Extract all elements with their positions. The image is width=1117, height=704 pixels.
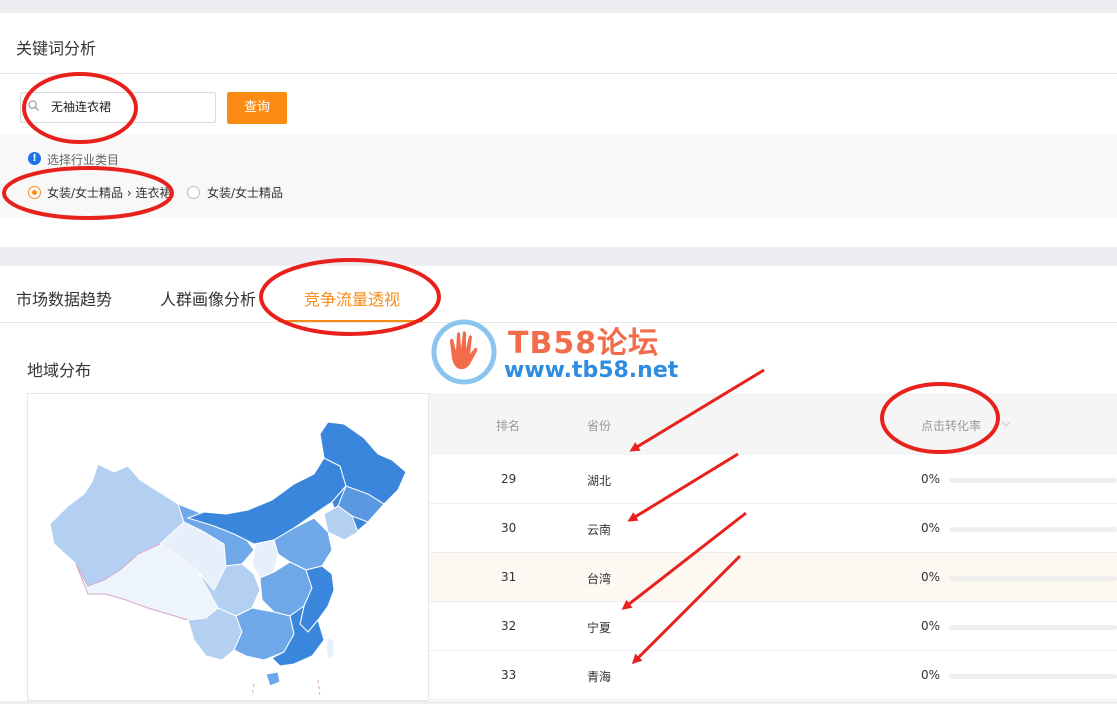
province-cell: 青海 bbox=[587, 670, 612, 684]
rank-cell: 32 bbox=[501, 619, 517, 633]
query-button[interactable]: 查询 bbox=[227, 92, 287, 124]
tab-competition-traffic[interactable]: 竞争流量透视 bbox=[304, 286, 400, 310]
header-click-conversion[interactable]: 点击转化率 bbox=[921, 417, 981, 434]
province-cell: 宁夏 bbox=[587, 621, 612, 635]
search-input[interactable]: 无袖连衣裙 bbox=[51, 93, 111, 122]
table-row[interactable]: 31 台湾 0% bbox=[429, 553, 1117, 602]
province-cell: 台湾 bbox=[587, 572, 612, 586]
watermark-url: www.tb58.net bbox=[504, 358, 679, 383]
industry-category-panel: ! 选择行业类目 女装/女士精品 › 连衣裙 女装/女士精品 bbox=[0, 134, 1117, 218]
info-icon: ! bbox=[28, 152, 41, 165]
radio-label-womenswear-category[interactable]: 女装/女士精品 bbox=[207, 184, 283, 201]
rate-bar bbox=[949, 576, 1117, 581]
map-region-taiwan[interactable] bbox=[325, 637, 335, 661]
radio-dress-category[interactable] bbox=[28, 186, 41, 199]
header-rank: 排名 bbox=[496, 419, 521, 433]
china-map-graphic bbox=[49, 421, 407, 697]
rate-bar bbox=[949, 625, 1117, 630]
tab-audience-profile[interactable]: 人群画像分析 bbox=[160, 286, 256, 310]
map-region-hainan[interactable] bbox=[265, 671, 281, 687]
keyword-analysis-card: 关键词分析 无袖连衣裙 查询 ! 选择行业类目 女装/女士精品 › 连衣裙 女装… bbox=[0, 13, 1117, 247]
tab-market-trend[interactable]: 市场数据趋势 bbox=[16, 286, 112, 310]
rank-cell: 31 bbox=[501, 570, 517, 584]
rate-cell: 0% bbox=[921, 619, 941, 633]
table-row[interactable]: 29 湖北 0% bbox=[429, 455, 1117, 504]
rate-cell: 0% bbox=[921, 472, 941, 486]
radio-label-dress-category[interactable]: 女装/女士精品 › 连衣裙 bbox=[47, 184, 171, 201]
rate-cell: 0% bbox=[921, 521, 941, 535]
table-row[interactable]: 33 青海 0% bbox=[429, 651, 1117, 700]
hand-logo-icon bbox=[431, 319, 497, 385]
tb58-watermark: TB58论坛 www.tb58.net bbox=[430, 318, 690, 386]
search-icon bbox=[28, 100, 39, 111]
sort-icon[interactable] bbox=[1001, 420, 1011, 428]
province-cell: 云南 bbox=[587, 523, 612, 537]
rate-bar bbox=[949, 674, 1117, 679]
region-table: 排名 省份 点击转化率 29 湖北 0% 30 云南 0% 31 台湾 0% 3… bbox=[429, 393, 1117, 701]
radio-womenswear-category[interactable] bbox=[187, 186, 200, 199]
rate-bar bbox=[949, 478, 1117, 483]
industry-category-label: 选择行业类目 bbox=[47, 153, 120, 167]
region-section-title: 地域分布 bbox=[27, 361, 92, 380]
rank-cell: 33 bbox=[501, 668, 517, 682]
rank-cell: 29 bbox=[501, 472, 517, 486]
rate-cell: 0% bbox=[921, 668, 941, 682]
rate-bar bbox=[949, 527, 1117, 532]
watermark-title: TB58论坛 bbox=[508, 326, 660, 361]
table-header: 排名 省份 点击转化率 bbox=[429, 393, 1117, 455]
header-province: 省份 bbox=[587, 419, 612, 433]
divider bbox=[0, 73, 1117, 74]
table-row[interactable]: 30 云南 0% bbox=[429, 504, 1117, 553]
search-box[interactable]: 无袖连衣裙 bbox=[20, 92, 216, 123]
rate-cell: 0% bbox=[921, 570, 941, 584]
rank-cell: 30 bbox=[501, 521, 517, 535]
china-region-map[interactable] bbox=[27, 393, 429, 701]
page-title: 关键词分析 bbox=[16, 39, 97, 58]
table-row[interactable]: 32 宁夏 0% bbox=[429, 602, 1117, 651]
province-cell: 湖北 bbox=[587, 474, 612, 488]
